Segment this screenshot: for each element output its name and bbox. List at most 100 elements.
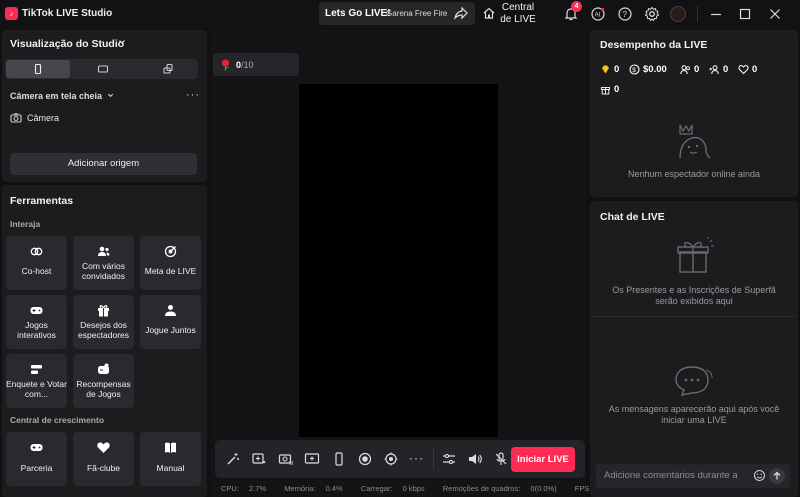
play-together-label: Jogue Juntos (145, 325, 196, 335)
viewer-wishes-tile[interactable]: Desejos dos espectadores (73, 295, 134, 349)
title-divider (697, 6, 698, 22)
toolbar-divider (433, 448, 434, 470)
svg-text:AI: AI (595, 13, 601, 19)
play-together-tile[interactable]: Jogue Juntos (140, 295, 201, 349)
video-preview[interactable] (299, 84, 498, 437)
add-source-button[interactable]: Adicionar origem (10, 153, 197, 175)
screen-add-icon[interactable] (304, 451, 320, 467)
new-followers-value: 0 (723, 64, 729, 75)
gamepad-icon (29, 303, 44, 318)
heart-outline-icon (738, 64, 749, 75)
share-icon[interactable] (454, 6, 468, 20)
cpu-label: CPU: (221, 484, 239, 493)
user-avatar[interactable] (670, 6, 686, 22)
start-live-button[interactable]: Iniciar LIVE (511, 447, 575, 472)
poll-tile[interactable]: Enquete e Votar com... (6, 354, 67, 408)
tiktok-logo-icon: ♪ (5, 7, 18, 20)
live-game[interactable]: Garena Free Fire (386, 9, 447, 18)
live-title[interactable]: Lets Go LIVE! (325, 8, 391, 19)
multi-guest-icon (96, 244, 111, 259)
fps-label: FPS: (574, 484, 592, 493)
memory-label: Memória: (284, 484, 316, 493)
multi-guest-tile[interactable]: Com vários convidados (73, 236, 134, 290)
studio-view-title[interactable]: Visualização do Studio (10, 38, 124, 50)
fan-club-tile[interactable]: Fã-clube (73, 432, 134, 486)
game-rewards-tile[interactable]: Recompensas de Jogos (73, 354, 134, 408)
poll-icon (29, 362, 44, 377)
landscape-icon[interactable] (97, 63, 109, 75)
emoji-icon[interactable] (753, 469, 766, 482)
live-goal-label: Meta de LIVE (144, 266, 197, 276)
close-icon[interactable] (767, 6, 783, 22)
add-media-icon[interactable] (251, 451, 267, 467)
minimize-icon[interactable] (708, 6, 724, 22)
messages-empty-line2: iniciar uma LIVE (661, 415, 727, 425)
interactive-games-tile[interactable]: Jogos interativos (6, 295, 67, 349)
effects-icon[interactable] (383, 451, 399, 467)
frame-drops-label: Remoções de quadros: (442, 484, 521, 493)
manual-tile[interactable]: Manual (140, 432, 201, 486)
comment-placeholder[interactable]: Adicione comentários durante a (604, 470, 738, 481)
interact-label: Interaja (10, 219, 41, 229)
send-button[interactable] (769, 468, 785, 484)
svg-text:$: $ (632, 67, 636, 74)
dollar-icon: $ (629, 64, 640, 75)
scene-title[interactable]: Câmera em tela cheia (10, 91, 102, 101)
ai-assistant-icon[interactable]: AI (590, 6, 606, 22)
camera-icon (10, 112, 22, 124)
notification-badge: 4 (571, 1, 582, 12)
gift-outline-icon (600, 84, 611, 95)
dual-layout-icon[interactable] (162, 63, 174, 75)
portrait-icon[interactable] (32, 63, 44, 75)
maximize-icon[interactable] (737, 6, 753, 22)
gamepad-icon (29, 440, 44, 455)
gifts-empty-line2: serão exibidos aqui (655, 296, 733, 306)
record-icon[interactable] (357, 451, 373, 467)
likes-value: 0 (752, 64, 758, 75)
cohost-tile[interactable]: Co-host (6, 236, 67, 290)
svg-text:?: ? (623, 10, 628, 19)
diamonds-value: 0 (614, 64, 620, 75)
camera-source-icon[interactable]: M (278, 451, 294, 467)
tools-title: Ferramentas (10, 195, 74, 207)
more-tools-icon[interactable]: ··· (409, 451, 424, 465)
cpu-value: 2.7% (249, 484, 267, 493)
manual-label: Manual (156, 463, 185, 473)
settings-icon[interactable] (644, 6, 660, 22)
upload-label: Carregar: (360, 484, 393, 493)
scene-chevron-icon[interactable] (106, 91, 115, 100)
adjust-icon[interactable] (441, 451, 457, 467)
diamond-icon (600, 64, 611, 75)
new-followers-icon (709, 64, 720, 75)
chat-divider (590, 316, 798, 317)
arrow-up-icon (773, 471, 781, 480)
chat-bubble-illustration (672, 364, 716, 398)
home-icon[interactable] (482, 6, 496, 20)
help-icon[interactable]: ? (617, 6, 633, 22)
more-icon[interactable]: ··· (186, 89, 200, 101)
magic-wand-icon[interactable] (225, 451, 241, 467)
svg-text:M: M (289, 461, 293, 467)
game-rewards-label: Recompensas de Jogos (76, 379, 131, 399)
gifts-empty-line1: Os Presentes e as Inscrições de Superfã (612, 285, 776, 295)
multi-guest-label: Com vários convidados (81, 261, 125, 281)
partnership-label: Parceria (20, 463, 53, 473)
source-camera[interactable]: Câmera (27, 113, 59, 123)
heart-icon (96, 440, 111, 455)
no-viewers-text: Nenhum espectador online ainda (627, 169, 761, 179)
gift-icon (96, 303, 111, 318)
viewer-wishes-label: Desejos dos espectadores (77, 320, 130, 340)
speaker-icon[interactable] (467, 451, 483, 467)
status-bar: CPU: 2.7% Memória: 0.4% Carregar: 0 kbps… (221, 484, 622, 493)
gifts-value: 0 (614, 84, 620, 95)
partnership-tile[interactable]: Parceria (6, 432, 67, 486)
messages-empty-line1: As mensagens aparecerão aqui após você (608, 404, 780, 414)
rewards-icon (96, 362, 111, 377)
rose-count: 0/10 (236, 60, 254, 70)
chevron-down-icon[interactable] (117, 37, 127, 47)
live-goal-tile[interactable]: Meta de LIVE (140, 236, 201, 290)
live-center-button[interactable]: Central de LIVE (500, 2, 536, 26)
phone-icon[interactable] (331, 451, 347, 467)
growth-label: Central de crescimento (10, 415, 105, 425)
mic-muted-icon[interactable] (493, 451, 509, 467)
